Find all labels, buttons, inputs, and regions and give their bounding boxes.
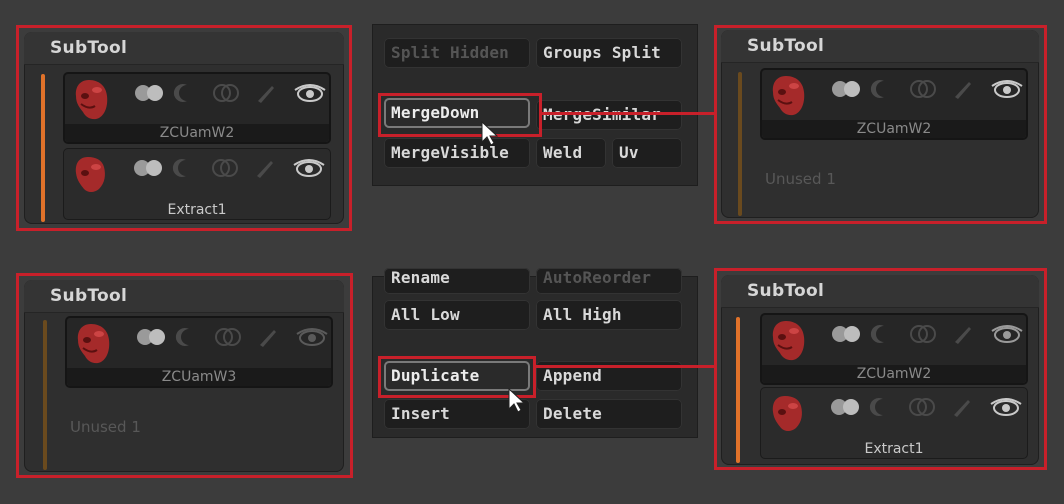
delete-button[interactable]: Delete	[536, 399, 682, 429]
subtool-palette-bottom-left: SubTool ZCUamW3 Unused 1	[24, 280, 344, 472]
subtool-palette-bottom-right: SubTool ZCUamW2 Extract1	[721, 275, 1039, 465]
palette-title: SubTool	[747, 36, 825, 56]
head-thumbnail-icon	[75, 80, 108, 120]
palette-title: SubTool	[50, 38, 128, 58]
polyframe-icon[interactable]	[135, 326, 169, 348]
uv-button[interactable]: Uv	[612, 138, 682, 168]
transparency-icon[interactable]	[910, 323, 936, 345]
polyframe-icon[interactable]	[133, 82, 167, 104]
head-thumbnail-icon	[772, 76, 805, 116]
subtool-list-bar	[43, 320, 47, 470]
polyframe-icon[interactable]	[829, 396, 863, 418]
palette-title-bar[interactable]: SubTool	[721, 275, 1039, 308]
eye-icon[interactable]	[989, 396, 1023, 418]
subtool-name: Extract1	[167, 202, 227, 218]
subtool-slot[interactable]: ZCUamW2	[760, 313, 1028, 385]
palette-title-bar[interactable]: SubTool	[24, 32, 344, 65]
head-thumbnail-icon	[75, 157, 105, 192]
transparency-icon[interactable]	[213, 82, 239, 104]
weld-button[interactable]: Weld	[536, 138, 606, 168]
highlight-frame-merge-down	[378, 93, 542, 137]
solo-icon[interactable]	[870, 323, 892, 345]
subtool-name: Extract1	[864, 441, 924, 457]
mouse-cursor-icon	[481, 120, 499, 146]
transparency-icon[interactable]	[909, 396, 935, 418]
eye-icon[interactable]	[295, 326, 329, 348]
palette-title: SubTool	[50, 286, 128, 306]
subtool-name: ZCUamW3	[67, 368, 331, 386]
polyframe-icon[interactable]	[830, 323, 864, 345]
subtool-palette-top-left: SubTool ZCUamW2 Extract1	[24, 32, 344, 224]
brush-icon[interactable]	[257, 326, 279, 348]
subtool-palette-top-right: SubTool ZCUamW2 Unused 1	[721, 30, 1039, 218]
groups-split-button[interactable]: Groups Split	[536, 38, 682, 68]
rename-button[interactable]: Rename	[384, 268, 530, 294]
subtool-slot[interactable]: ZCUamW2	[63, 72, 331, 144]
head-thumbnail-icon	[772, 321, 805, 361]
merge-visible-button[interactable]: MergeVisible	[384, 138, 530, 168]
solo-icon[interactable]	[172, 157, 194, 179]
head-thumbnail-icon	[77, 324, 110, 364]
subtool-slot[interactable]: Extract1	[760, 387, 1028, 459]
palette-title: SubTool	[747, 281, 825, 301]
auto-reorder-button[interactable]: AutoReorder	[536, 268, 682, 294]
subtool-slot[interactable]: ZCUamW2	[760, 68, 1028, 140]
connector-line-bottom	[535, 365, 717, 368]
merge-similar-button[interactable]: MergeSimilar	[536, 100, 682, 130]
eye-icon[interactable]	[990, 78, 1024, 100]
subtool-list-bar	[41, 74, 45, 222]
palette-title-bar[interactable]: SubTool	[24, 280, 344, 313]
palette-title-bar[interactable]: SubTool	[721, 30, 1039, 63]
solo-icon[interactable]	[173, 82, 195, 104]
head-thumbnail-icon	[772, 396, 802, 431]
all-low-button[interactable]: All Low	[384, 300, 530, 330]
solo-icon[interactable]	[870, 78, 892, 100]
unused-slots-label: Unused 1	[70, 418, 141, 436]
subtool-list-bar	[736, 317, 740, 463]
eye-icon[interactable]	[990, 323, 1024, 345]
mouse-cursor-icon	[508, 387, 526, 413]
subtool-name: ZCUamW2	[762, 365, 1026, 383]
subtool-name: ZCUamW2	[762, 120, 1026, 138]
brush-icon[interactable]	[952, 323, 974, 345]
subtool-list-bar	[738, 72, 742, 216]
solo-icon[interactable]	[175, 326, 197, 348]
connector-line-top	[541, 112, 717, 115]
subtool-slot[interactable]: Extract1	[63, 148, 331, 220]
subtool-slot[interactable]: ZCUamW3	[65, 316, 333, 388]
brush-icon[interactable]	[951, 396, 973, 418]
subtool-name: ZCUamW2	[65, 124, 329, 142]
all-high-button[interactable]: All High	[536, 300, 682, 330]
polyframe-icon[interactable]	[132, 157, 166, 179]
unused-slots-label: Unused 1	[765, 170, 836, 188]
eye-icon[interactable]	[292, 157, 326, 179]
brush-icon[interactable]	[952, 78, 974, 100]
brush-icon[interactable]	[254, 157, 276, 179]
eye-icon[interactable]	[293, 82, 327, 104]
transparency-icon[interactable]	[215, 326, 241, 348]
brush-icon[interactable]	[255, 82, 277, 104]
solo-icon[interactable]	[869, 396, 891, 418]
transparency-icon[interactable]	[212, 157, 238, 179]
split-hidden-button[interactable]: Split Hidden	[384, 38, 530, 68]
transparency-icon[interactable]	[910, 78, 936, 100]
polyframe-icon[interactable]	[830, 78, 864, 100]
